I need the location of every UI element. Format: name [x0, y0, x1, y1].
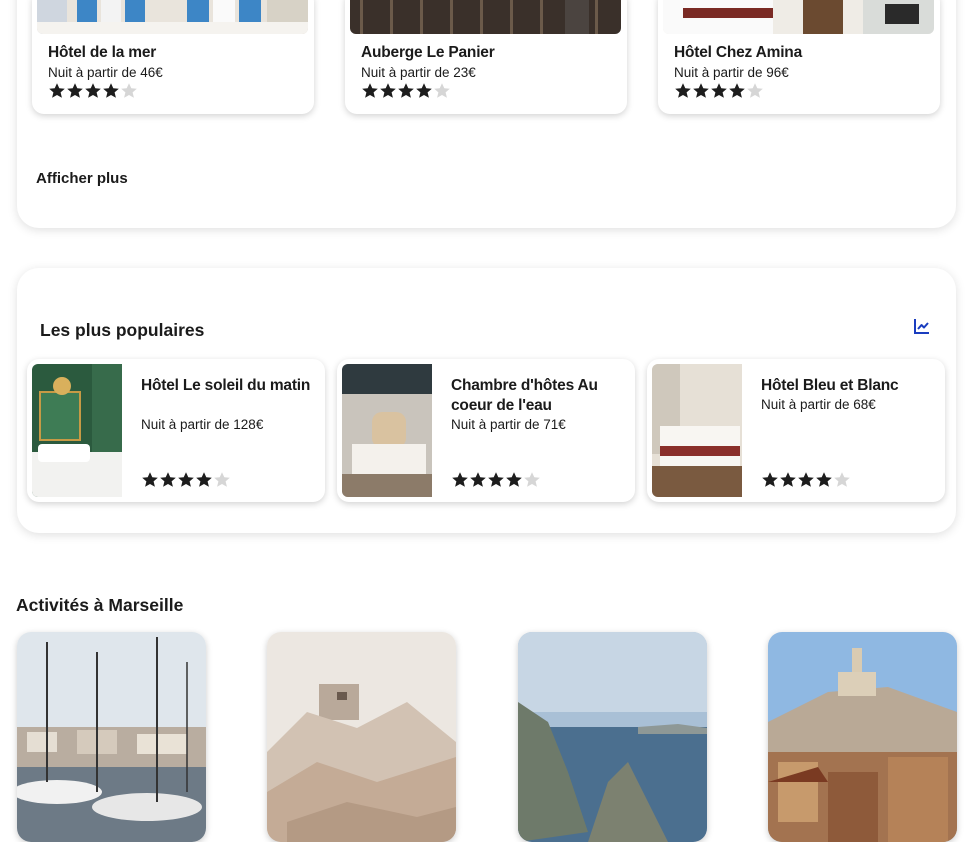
hotel-name: Hôtel Chez Amina — [674, 44, 802, 61]
hotel-name: Hôtel de la mer — [48, 44, 157, 61]
hotel-photo — [342, 364, 432, 497]
star-filled-icon — [674, 82, 692, 100]
show-more-link[interactable]: Afficher plus — [36, 170, 128, 187]
star-filled-icon — [84, 82, 102, 100]
star-filled-icon — [48, 82, 66, 100]
star-rating — [141, 471, 231, 489]
city-basilica-photo — [768, 632, 957, 842]
hotel-name: Hôtel Le soleil du matin — [141, 377, 311, 394]
star-empty-icon — [120, 82, 138, 100]
star-filled-icon — [177, 471, 195, 489]
rocky-fort-photo — [267, 632, 456, 842]
star-filled-icon — [451, 471, 469, 489]
star-filled-icon — [728, 82, 746, 100]
hotel-price: Nuit à partir de 96€ — [674, 65, 789, 80]
star-filled-icon — [66, 82, 84, 100]
star-filled-icon — [469, 471, 487, 489]
hotel-price: Nuit à partir de 23€ — [361, 65, 476, 80]
star-filled-icon — [415, 82, 433, 100]
hotel-price: Nuit à partir de 68€ — [761, 397, 876, 412]
hotel-price: Nuit à partir de 71€ — [451, 417, 566, 432]
hotel-photo — [32, 364, 122, 497]
popular-hotel-card[interactable]: Chambre d'hôtes Au coeur de l'eau Nuit à… — [337, 359, 635, 502]
star-rating — [674, 82, 764, 100]
star-filled-icon — [761, 471, 779, 489]
activity-card-calanques[interactable] — [518, 632, 707, 842]
star-filled-icon — [797, 471, 815, 489]
star-filled-icon — [397, 82, 415, 100]
calanques-sea-photo — [518, 632, 707, 842]
popular-hotel-card[interactable]: Hôtel Le soleil du matin Nuit à partir d… — [27, 359, 325, 502]
star-filled-icon — [159, 471, 177, 489]
harbor-boats-photo — [17, 632, 206, 842]
star-rating — [48, 82, 138, 100]
star-empty-icon — [213, 471, 231, 489]
star-filled-icon — [505, 471, 523, 489]
star-empty-icon — [833, 471, 851, 489]
star-empty-icon — [433, 82, 451, 100]
star-rating — [451, 471, 541, 489]
popular-hotel-card[interactable]: Hôtel Bleu et Blanc Nuit à partir de 68€ — [647, 359, 945, 502]
hotel-price: Nuit à partir de 46€ — [48, 65, 163, 80]
star-filled-icon — [195, 471, 213, 489]
star-filled-icon — [779, 471, 797, 489]
star-empty-icon — [523, 471, 541, 489]
hotel-photo — [663, 0, 934, 34]
section-title: Activités à Marseille — [16, 595, 184, 615]
hotel-card[interactable]: Hôtel de la mer Nuit à partir de 46€ — [32, 0, 314, 114]
activity-card-city[interactable] — [768, 632, 957, 842]
star-filled-icon — [102, 82, 120, 100]
star-rating — [361, 82, 451, 100]
hotel-price: Nuit à partir de 128€ — [141, 417, 264, 432]
hotel-card[interactable]: Hôtel Chez Amina Nuit à partir de 96€ — [658, 0, 940, 114]
star-filled-icon — [487, 471, 505, 489]
hotel-photo — [37, 0, 308, 34]
star-filled-icon — [710, 82, 728, 100]
section-title: Les plus populaires — [40, 320, 205, 340]
star-rating — [761, 471, 851, 489]
star-filled-icon — [815, 471, 833, 489]
hotel-card[interactable]: Auberge Le Panier Nuit à partir de 23€ — [345, 0, 627, 114]
star-filled-icon — [361, 82, 379, 100]
star-filled-icon — [379, 82, 397, 100]
star-empty-icon — [746, 82, 764, 100]
activity-card-harbor[interactable] — [17, 632, 206, 842]
star-filled-icon — [141, 471, 159, 489]
star-filled-icon — [692, 82, 710, 100]
hotel-name: Chambre d'hôtes Au coeur de l'eau — [451, 377, 598, 414]
hotel-name: Auberge Le Panier — [361, 44, 495, 61]
trending-chart-icon[interactable] — [913, 317, 931, 335]
activity-card-fort[interactable] — [267, 632, 456, 842]
hotel-photo — [652, 364, 742, 497]
hotel-name: Hôtel Bleu et Blanc — [761, 377, 899, 394]
hotel-photo — [350, 0, 621, 34]
